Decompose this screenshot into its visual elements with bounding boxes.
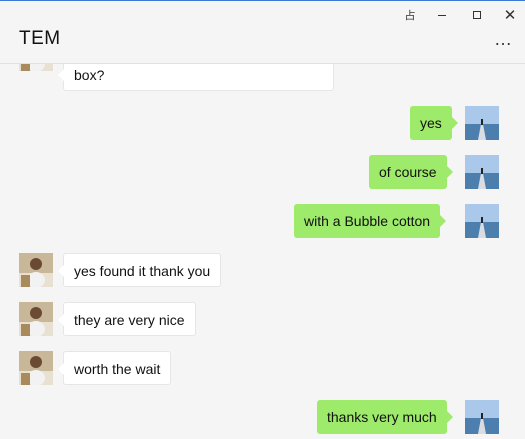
message-bubble-outgoing[interactable]: yes bbox=[410, 106, 458, 140]
message-bubble-outgoing[interactable]: thanks very much bbox=[317, 400, 453, 434]
message-text: thanks very much bbox=[327, 409, 437, 425]
message-bubble-outgoing[interactable]: with a Bubble cotton bbox=[294, 204, 447, 238]
self-avatar[interactable] bbox=[465, 155, 499, 189]
self-avatar[interactable] bbox=[465, 400, 499, 434]
chat-title: TEM bbox=[19, 28, 61, 49]
message-text: box? bbox=[74, 67, 105, 83]
contact-avatar[interactable] bbox=[19, 351, 53, 385]
minimize-icon[interactable] bbox=[432, 7, 452, 23]
message-text: with a Bubble cotton bbox=[304, 213, 431, 229]
message-bubble-incoming[interactable]: they are very nice bbox=[58, 302, 196, 336]
message-bubble-incoming[interactable]: box? bbox=[58, 64, 334, 91]
contact-avatar[interactable] bbox=[19, 64, 53, 71]
message-bubble-incoming[interactable]: yes found it thank you bbox=[57, 253, 222, 287]
message-text: of course bbox=[379, 164, 437, 180]
message-bubble-incoming[interactable]: worth the wait bbox=[57, 351, 172, 385]
message-text: they are very nice bbox=[74, 312, 185, 328]
message-bubble-outgoing[interactable]: of course bbox=[369, 155, 453, 189]
message-list[interactable]: box? yes of course with a Bubble cotton bbox=[0, 64, 525, 439]
pin-icon[interactable]: 占 bbox=[400, 7, 420, 23]
message-text: yes found it thank you bbox=[74, 263, 211, 279]
contact-avatar[interactable] bbox=[19, 253, 53, 287]
contact-avatar[interactable] bbox=[19, 302, 53, 336]
message-text: yes bbox=[420, 115, 442, 131]
self-avatar[interactable] bbox=[465, 204, 499, 238]
more-icon[interactable]: … bbox=[494, 30, 513, 48]
self-avatar[interactable] bbox=[465, 106, 499, 140]
close-icon[interactable]: ✕ bbox=[500, 7, 520, 24]
message-text: worth the wait bbox=[74, 361, 161, 377]
minimize-glyph bbox=[438, 14, 446, 16]
maximize-icon[interactable] bbox=[467, 7, 487, 23]
title-bar: 占 ✕ TEM … bbox=[0, 1, 525, 64]
maximize-glyph bbox=[473, 11, 481, 19]
